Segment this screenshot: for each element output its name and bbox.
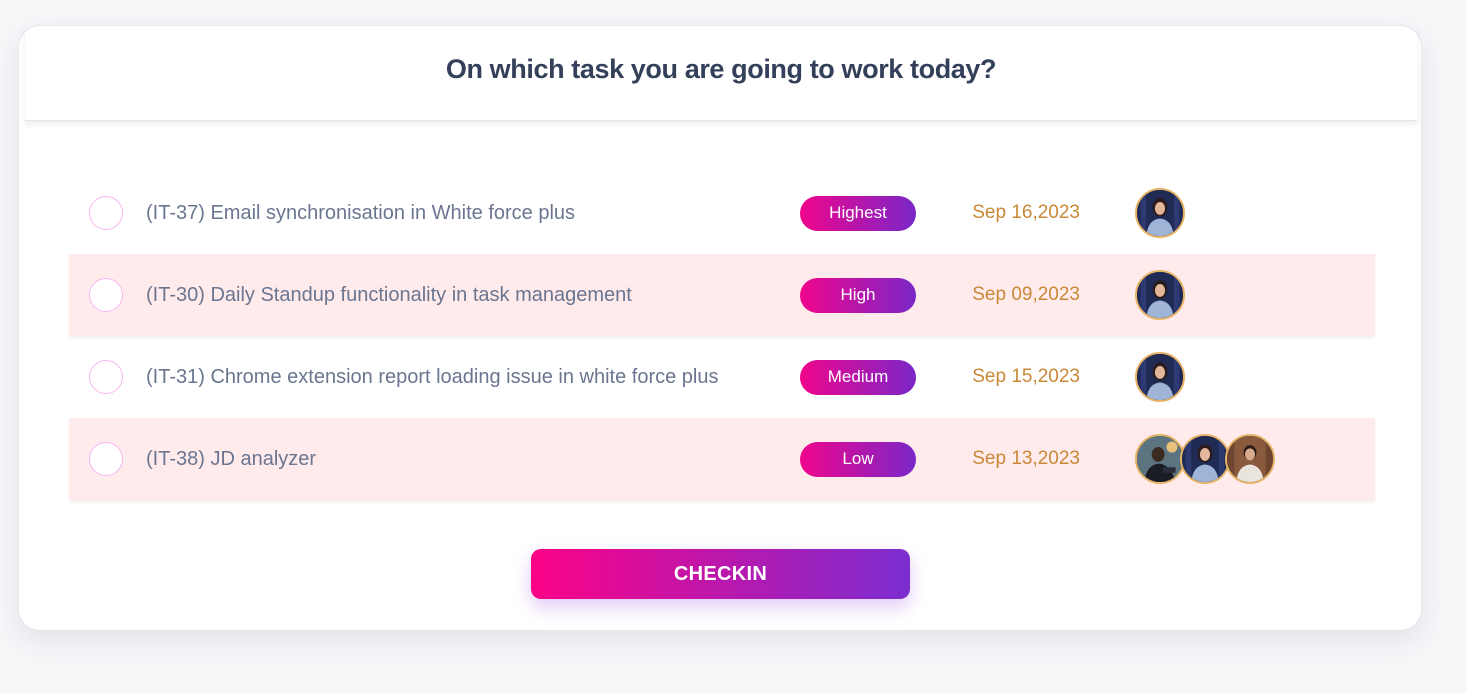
priority-badge: Low: [800, 441, 916, 477]
avatar-woman: [1180, 434, 1230, 484]
due-date: Sep 09,2023: [972, 284, 1080, 305]
assignee-avatars: [1135, 270, 1185, 320]
task-row[interactable]: (IT-31) Chrome extension report loading …: [69, 336, 1375, 418]
task-title: (IT-30) Daily Standup functionality in t…: [146, 283, 632, 306]
priority-badge: High: [800, 277, 916, 313]
task-row[interactable]: (IT-37) Email synchronisation in White f…: [69, 172, 1375, 254]
avatar-man-brown: [1225, 434, 1275, 484]
card-header: On which task you are going to work toda…: [25, 26, 1417, 121]
task-radio-button[interactable]: [89, 360, 123, 394]
assignee-avatars: [1135, 434, 1275, 484]
due-date: Sep 15,2023: [972, 366, 1080, 387]
due-date: Sep 13,2023: [972, 448, 1080, 469]
task-list: (IT-37) Email synchronisation in White f…: [69, 172, 1375, 500]
task-radio-button[interactable]: [89, 442, 123, 476]
page-title: On which task you are going to work toda…: [445, 53, 997, 84]
task-radio-button[interactable]: [89, 196, 123, 230]
avatar-woman: [1135, 270, 1185, 320]
priority-badge: Highest: [800, 195, 916, 231]
task-selection-card: On which task you are going to work toda…: [18, 25, 1422, 631]
task-title: (IT-38) JD analyzer: [146, 447, 317, 470]
priority-badge: Medium: [800, 359, 916, 395]
task-radio-button[interactable]: [89, 278, 123, 312]
task-row[interactable]: (IT-38) JD analyzer Low Sep 13,2023: [69, 418, 1375, 500]
task-title: (IT-31) Chrome extension report loading …: [146, 365, 719, 388]
assignee-avatars: [1135, 188, 1185, 238]
assignee-avatars: [1135, 352, 1185, 402]
task-title: (IT-37) Email synchronisation in White f…: [146, 201, 576, 224]
avatar-woman: [1135, 188, 1185, 238]
avatar-woman: [1135, 352, 1185, 402]
task-row[interactable]: (IT-30) Daily Standup functionality in t…: [69, 254, 1375, 336]
avatar-man-dark: [1135, 434, 1185, 484]
due-date: Sep 16,2023: [972, 202, 1080, 223]
checkin-button[interactable]: CHECKIN: [531, 549, 910, 599]
